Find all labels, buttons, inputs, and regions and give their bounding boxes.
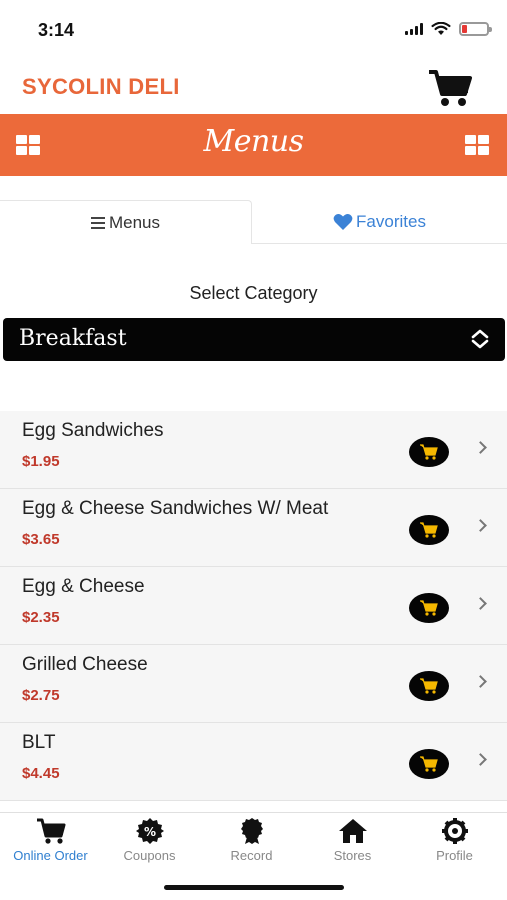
item-name: Grilled Cheese [22, 654, 148, 675]
chevron-right-icon [474, 597, 487, 610]
status-bar: 3:14 [0, 0, 507, 60]
list-item[interactable]: Egg Sandwiches $1.95 [0, 411, 507, 489]
menu-title: Menus [203, 124, 304, 159]
tab-favorites-label: Favorites [356, 211, 426, 231]
cart-icon [420, 756, 438, 772]
cart-icon [420, 678, 438, 694]
menu-bar: Menus [0, 114, 507, 176]
cart-icon[interactable] [427, 68, 473, 108]
tab-stores[interactable]: Stores [302, 813, 403, 867]
chevron-right-icon [474, 675, 487, 688]
add-to-cart-button[interactable] [409, 593, 449, 623]
select-category-label: Select Category [189, 283, 318, 303]
add-to-cart-button[interactable] [409, 437, 449, 467]
tab-online-order[interactable]: Online Order [0, 813, 101, 867]
chevron-right-icon [474, 441, 487, 454]
battery-icon [459, 22, 492, 36]
tab-record-label: Record [230, 848, 273, 863]
status-time: 3:14 [38, 20, 75, 40]
item-name: Egg & Cheese [22, 576, 145, 597]
item-name: Egg Sandwiches [22, 420, 164, 441]
tab-online-order-label: Online Order [13, 848, 88, 863]
cart-icon [36, 818, 65, 844]
tab-favorites[interactable]: Favorites [252, 200, 507, 244]
signal-icon [405, 23, 423, 35]
brand-title: SYCOLIN DELI [22, 74, 180, 99]
category-select[interactable]: Breakfast [3, 318, 505, 361]
item-price: $3.65 [22, 531, 60, 548]
tabs: Menus Favorites [0, 200, 507, 244]
cart-icon [420, 444, 438, 460]
add-to-cart-button[interactable] [409, 749, 449, 779]
item-price: $1.95 [22, 453, 60, 470]
cart-icon [420, 522, 438, 538]
app-header: SYCOLIN DELI [0, 60, 507, 114]
coupon-icon: % [135, 818, 164, 844]
list-item[interactable]: Grilled Cheese $2.75 [0, 645, 507, 723]
tab-stores-label: Stores [333, 848, 372, 863]
list-item[interactable]: Egg & Cheese Sandwiches W/ Meat $3.65 [0, 489, 507, 567]
item-name: BLT [22, 732, 56, 753]
tab-menus[interactable]: Menus [0, 200, 252, 244]
hamburger-icon [90, 216, 105, 229]
item-name: Egg & Cheese Sandwiches W/ Meat [22, 498, 329, 519]
chevron-right-icon [474, 753, 487, 766]
item-price: $2.35 [22, 609, 60, 626]
svg-text:%: % [143, 825, 155, 839]
heart-icon [333, 213, 353, 230]
bottom-tab-bar: Online Order % Coupons Record Stores Pro… [0, 812, 507, 900]
add-to-cart-button[interactable] [409, 671, 449, 701]
tab-profile-label: Profile [436, 848, 473, 863]
status-icons [405, 22, 492, 36]
category-value: Breakfast [19, 326, 127, 351]
tab-profile[interactable]: Profile [404, 813, 505, 867]
home-icon [338, 819, 367, 843]
add-to-cart-button[interactable] [409, 515, 449, 545]
badge-icon [240, 818, 263, 844]
cart-icon [420, 600, 438, 616]
chevron-updown-icon [471, 329, 489, 349]
list-item[interactable]: BLT $4.45 [0, 723, 507, 801]
tab-coupons[interactable]: % Coupons [99, 813, 200, 867]
grid-icon[interactable] [465, 135, 489, 155]
tab-coupons-label: Coupons [123, 848, 176, 863]
menu-item-list: Egg Sandwiches $1.95 Egg & Cheese Sandwi… [0, 411, 507, 801]
list-item[interactable]: Egg & Cheese $2.35 [0, 567, 507, 645]
tab-record[interactable]: Record [201, 813, 302, 867]
tab-menus-label: Menus [108, 212, 161, 232]
gear-icon [441, 818, 468, 844]
chevron-right-icon [474, 519, 487, 532]
wifi-icon [431, 22, 451, 35]
item-price: $4.45 [22, 765, 60, 782]
home-indicator[interactable] [164, 885, 344, 890]
item-price: $2.75 [22, 687, 60, 704]
